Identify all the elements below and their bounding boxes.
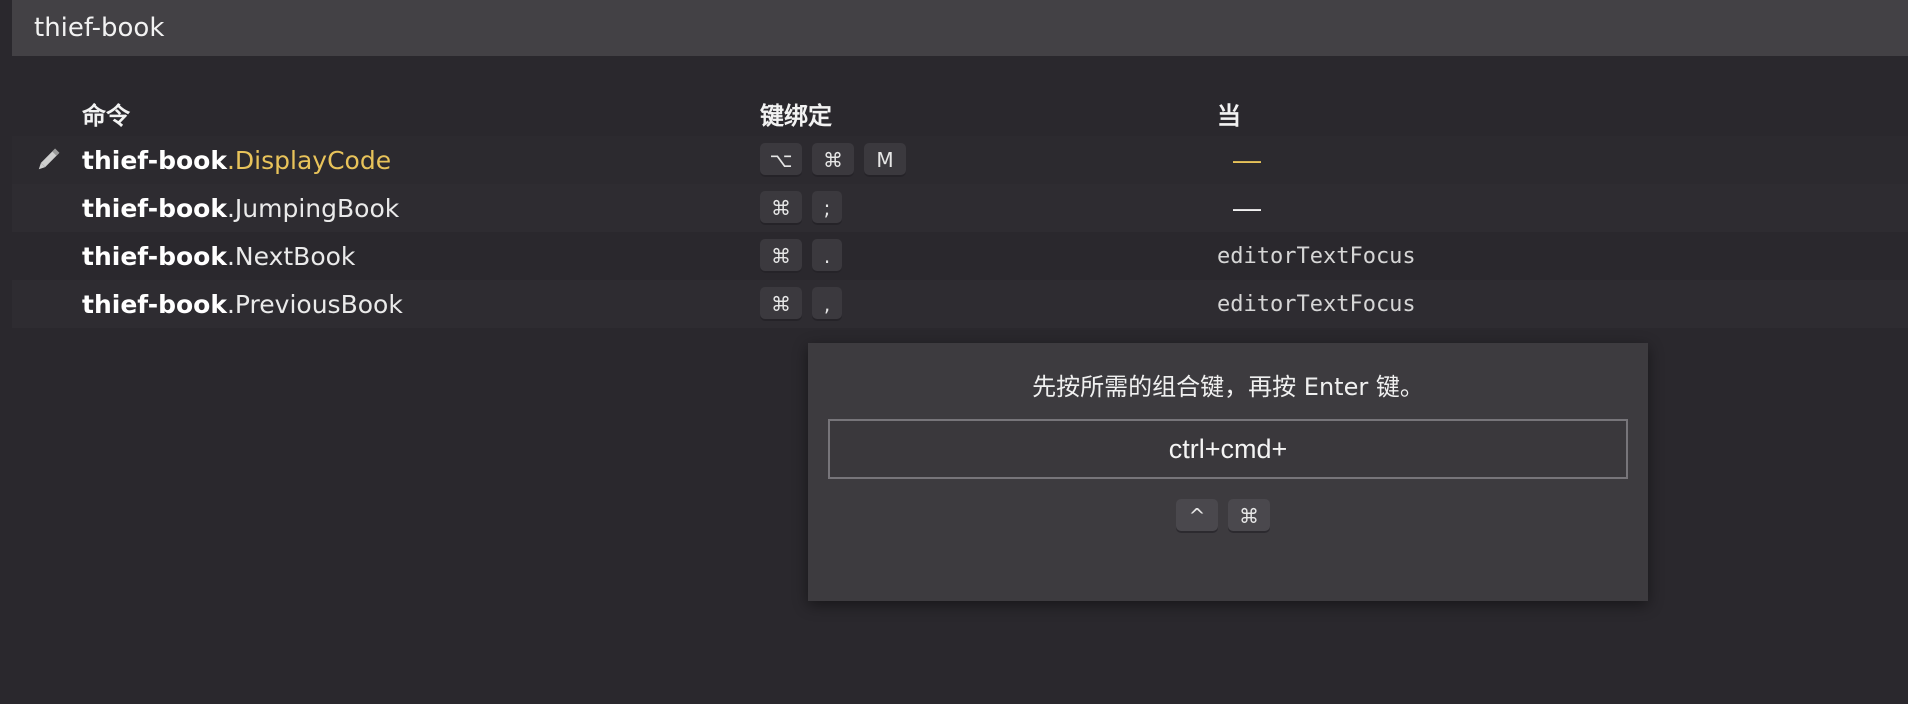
command-extension: thief-book — [82, 241, 227, 271]
keybinding-cell: ⌘ , — [760, 280, 852, 328]
when-cell: editorTextFocus — [1217, 280, 1416, 328]
command-separator: . — [226, 145, 235, 175]
key-control: ^ — [1176, 499, 1218, 533]
header-keybinding: 键绑定 — [760, 102, 832, 130]
command-name: DisplayCode — [234, 145, 392, 175]
command-separator: . — [226, 193, 235, 223]
key-command: ⌘ — [812, 143, 854, 177]
key-command: ⌘ — [760, 239, 802, 273]
table-row[interactable]: thief-book . JumpingBook ⌘ ; — — [12, 184, 1908, 232]
when-cell: editorTextFocus — [1217, 232, 1416, 280]
command-extension: thief-book — [82, 289, 227, 319]
command-cell: thief-book . DisplayCode — [82, 136, 391, 184]
command-name: JumpingBook — [234, 193, 400, 223]
keybinding-cell: ⌥ ⌘ M — [760, 136, 916, 184]
key-comma: , — [812, 287, 842, 321]
table-row[interactable]: thief-book . PreviousBook ⌘ , editorText… — [12, 280, 1908, 328]
command-separator: . — [226, 289, 235, 319]
keybinding-cell: ⌘ . — [760, 232, 852, 280]
key-period: . — [812, 239, 842, 273]
header-command: 命令 — [82, 102, 130, 130]
when-value: editorTextFocus — [1217, 243, 1416, 269]
command-separator: . — [226, 241, 235, 271]
key-semicolon: ; — [812, 191, 842, 225]
table-row[interactable]: thief-book . NextBook ⌘ . editorTextFocu… — [12, 232, 1908, 280]
command-cell: thief-book . JumpingBook — [82, 184, 399, 232]
command-extension: thief-book — [82, 193, 227, 223]
when-cell: — — [1217, 184, 1261, 232]
search-value: thief-book — [34, 13, 165, 43]
when-cell: — — [1217, 136, 1261, 184]
key-command: ⌘ — [1228, 499, 1270, 533]
table-row[interactable]: thief-book . DisplayCode ⌥ ⌘ M — — [12, 136, 1908, 184]
when-value: editorTextFocus — [1217, 291, 1416, 317]
keybindings-editor: thief-book 命令 键绑定 当 thief-book . Display… — [0, 0, 1908, 704]
key-option: ⌥ — [760, 143, 802, 177]
keybinding-cell: ⌘ ; — [760, 184, 852, 232]
table-header: 命令 键绑定 当 — [12, 82, 1908, 136]
command-name: PreviousBook — [234, 289, 403, 319]
command-name: NextBook — [234, 241, 356, 271]
dialog-key-preview: ^ ⌘ — [808, 499, 1648, 533]
command-extension: thief-book — [82, 145, 227, 175]
dialog-message: 先按所需的组合键，再按 Enter 键。 — [1032, 373, 1424, 401]
command-cell: thief-book . NextBook — [82, 232, 355, 280]
command-cell: thief-book . PreviousBook — [82, 280, 403, 328]
keybindings-table: 命令 键绑定 当 thief-book . DisplayCode ⌥ ⌘ M … — [12, 82, 1908, 328]
keybinding-input[interactable] — [828, 419, 1628, 479]
when-value: — — [1233, 144, 1261, 175]
header-when: 当 — [1217, 102, 1241, 130]
define-keybinding-dialog: 先按所需的组合键，再按 Enter 键。 ^ ⌘ — [808, 343, 1648, 601]
when-value: — — [1233, 192, 1261, 223]
keybindings-search-input[interactable]: thief-book — [12, 0, 1908, 56]
key-command: ⌘ — [760, 191, 802, 225]
pencil-icon[interactable] — [32, 144, 64, 176]
key-m: M — [864, 143, 906, 177]
key-command: ⌘ — [760, 287, 802, 321]
